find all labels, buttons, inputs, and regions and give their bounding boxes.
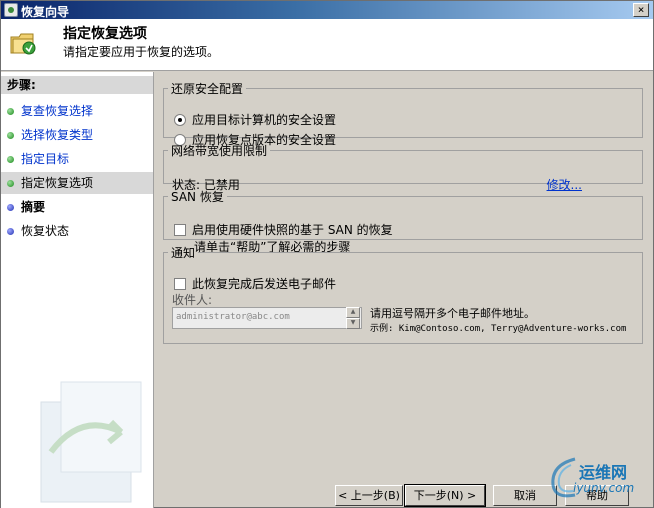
step-summary: 摘要 <box>1 196 153 218</box>
step-label: 摘要 <box>21 200 46 214</box>
watermark-text: 运维网 <box>579 463 628 482</box>
step-recovery-status: 恢复状态 <box>1 220 153 242</box>
step-current-icon <box>7 180 14 187</box>
bandwidth-legend: 网络带宽使用限制 <box>171 144 268 158</box>
radio-target-security[interactable]: 应用目标计算机的安全设置 <box>174 111 336 128</box>
page-subtitle: 请指定要应用于恢复的选项。 <box>63 45 220 59</box>
email-notify-row[interactable]: 此恢复完成后发送电子邮件 <box>174 275 336 292</box>
step-review-recovery-selection[interactable]: 复查恢复选择 <box>1 100 153 122</box>
scroll-down-icon[interactable]: ▼ <box>346 318 360 329</box>
bandwidth-throttling-group: 网络带宽使用限制 状态: 已禁用 修改... <box>163 142 643 192</box>
san-checkbox[interactable] <box>174 223 186 236</box>
san-legend: SAN 恢复 <box>171 190 224 204</box>
security-config-legend: 还原安全配置 <box>171 82 244 96</box>
steps-pane: 步骤: 复查恢复选择 选择恢复类型 指定目标 指定恢复选项 摘要 恢复状态 <box>1 72 154 508</box>
radio-label: 应用目标计算机的安全设置 <box>192 113 337 127</box>
options-panel: 还原安全配置 应用目标计算机的安全设置 应用恢复点版本的安全设置 网络带宽使用限… <box>155 72 653 482</box>
title-bar[interactable]: 恢复向导 × <box>1 1 653 19</box>
next-button[interactable]: 下一步(N) > <box>404 484 486 507</box>
step-label: 指定恢复选项 <box>21 176 94 190</box>
step-specify-recovery-options[interactable]: 指定恢复选项 <box>1 172 153 194</box>
email-notify-checkbox[interactable] <box>174 277 186 290</box>
watermark-url: iyunv.com <box>573 481 635 495</box>
san-checkbox-label: 启用使用硬件快照的基于 SAN 的恢复 <box>192 223 393 237</box>
recipients-input[interactable]: administrator@abc.com <box>172 307 362 329</box>
step-label: 复查恢复选择 <box>21 104 94 118</box>
email-notify-label: 此恢复完成后发送电子邮件 <box>192 277 337 291</box>
step-label: 恢复状态 <box>21 224 70 238</box>
wizard-header: 指定恢复选项 请指定要应用于恢复的选项。 <box>1 19 653 71</box>
back-button[interactable]: < 上一步(B) <box>335 485 403 506</box>
notification-legend: 通知 <box>171 246 196 260</box>
step-label: 指定目标 <box>21 152 70 166</box>
wizard-decoration-icon <box>40 381 142 503</box>
email-separator-note: 请用逗号隔开多个电子邮件地址。 <box>370 307 535 320</box>
step-complete-icon <box>7 108 14 115</box>
window-title: 恢复向导 <box>21 5 70 19</box>
scroll-up-icon[interactable]: ▲ <box>346 307 360 318</box>
step-select-recovery-type[interactable]: 选择恢复类型 <box>1 124 153 146</box>
email-example: 示例: Kim@Contoso.com, Terry@Adventure-wor… <box>370 324 627 334</box>
recipients-scroll[interactable]: ▲ ▼ <box>346 307 360 329</box>
step-label: 选择恢复类型 <box>21 128 94 142</box>
steps-title: 步骤: <box>1 76 153 94</box>
san-recovery-group: SAN 恢复 启用使用硬件快照的基于 SAN 的恢复 请单击“帮助”了解必需的步… <box>163 188 643 254</box>
step-pending-icon <box>7 228 14 235</box>
restore-folder-icon <box>10 33 36 55</box>
san-checkbox-row[interactable]: 启用使用硬件快照的基于 SAN 的恢复 <box>174 221 393 238</box>
radio-button-selected[interactable] <box>174 113 186 126</box>
close-button[interactable]: × <box>633 3 649 17</box>
notification-group: 通知 此恢复完成后发送电子邮件 收件人: administrator@abc.c… <box>163 244 643 344</box>
app-icon <box>4 3 18 17</box>
page-title: 指定恢复选项 <box>63 26 147 42</box>
step-specify-destination[interactable]: 指定目标 <box>1 148 153 170</box>
step-pending-icon <box>7 204 14 211</box>
security-config-group: 还原安全配置 应用目标计算机的安全设置 应用恢复点版本的安全设置 <box>163 80 643 147</box>
site-watermark: 运维网 iyunv.com <box>549 451 654 508</box>
recipients-label: 收件人: <box>172 293 213 307</box>
cancel-button[interactable]: 取消 <box>493 485 557 506</box>
step-complete-icon <box>7 156 14 163</box>
recovery-wizard-window: 恢复向导 × 指定恢复选项 请指定要应用于恢复的选项。 步骤: 复查恢复选择 选… <box>0 0 654 508</box>
step-complete-icon <box>7 132 14 139</box>
